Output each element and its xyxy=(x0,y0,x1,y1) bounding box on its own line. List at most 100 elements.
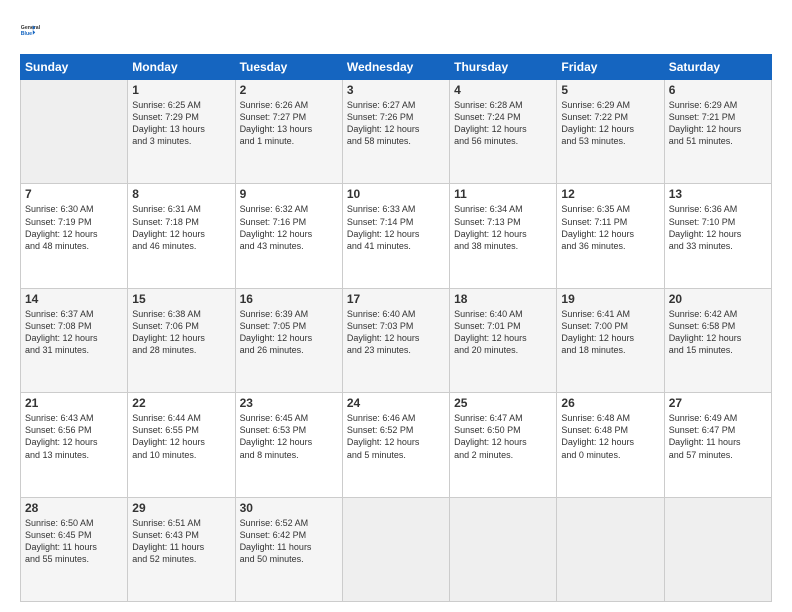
day-number: 19 xyxy=(561,292,659,306)
week-row-2: 7 Sunrise: 6:30 AMSunset: 7:19 PMDaylight… xyxy=(21,184,772,288)
day-number: 7 xyxy=(25,187,123,201)
day-info: Sunrise: 6:42 AMSunset: 6:58 PMDaylight:… xyxy=(669,308,767,357)
col-header-tuesday: Tuesday xyxy=(235,55,342,80)
day-cell: 13 Sunrise: 6:36 AMSunset: 7:10 PMDayligh… xyxy=(664,184,771,288)
day-number: 17 xyxy=(347,292,445,306)
day-number: 11 xyxy=(454,187,552,201)
day-info: Sunrise: 6:26 AMSunset: 7:27 PMDaylight:… xyxy=(240,99,338,148)
day-info: Sunrise: 6:43 AMSunset: 6:56 PMDaylight:… xyxy=(25,412,123,461)
day-info: Sunrise: 6:45 AMSunset: 6:53 PMDaylight:… xyxy=(240,412,338,461)
day-number: 25 xyxy=(454,396,552,410)
day-info: Sunrise: 6:44 AMSunset: 6:55 PMDaylight:… xyxy=(132,412,230,461)
day-info: Sunrise: 6:49 AMSunset: 6:47 PMDaylight:… xyxy=(669,412,767,461)
day-cell: 29Sunrise: 6:51 AMSunset: 6:43 PMDayligh… xyxy=(128,497,235,601)
day-cell: 27 Sunrise: 6:49 AMSunset: 6:47 PMDayligh… xyxy=(664,393,771,497)
day-cell: 28 Sunrise: 6:50 AMSunset: 6:45 PMDayligh… xyxy=(21,497,128,601)
day-number: 26 xyxy=(561,396,659,410)
day-cell: 3 Sunrise: 6:27 AMSunset: 7:26 PMDaylight… xyxy=(342,80,449,184)
col-header-friday: Friday xyxy=(557,55,664,80)
day-number: 15 xyxy=(132,292,230,306)
day-number: 29 xyxy=(132,501,230,515)
day-info: Sunrise: 6:46 AMSunset: 6:52 PMDaylight:… xyxy=(347,412,445,461)
day-number: 21 xyxy=(25,396,123,410)
day-cell: 16 Sunrise: 6:39 AMSunset: 7:05 PMDayligh… xyxy=(235,288,342,392)
week-row-3: 14 Sunrise: 6:37 AMSunset: 7:08 PMDayligh… xyxy=(21,288,772,392)
col-header-sunday: Sunday xyxy=(21,55,128,80)
day-cell: 15 Sunrise: 6:38 AMSunset: 7:06 PMDayligh… xyxy=(128,288,235,392)
day-cell xyxy=(450,497,557,601)
day-cell: 5 Sunrise: 6:29 AMSunset: 7:22 PMDaylight… xyxy=(557,80,664,184)
day-cell xyxy=(21,80,128,184)
day-cell: 23 Sunrise: 6:45 AMSunset: 6:53 PMDayligh… xyxy=(235,393,342,497)
day-cell: 21 Sunrise: 6:43 AMSunset: 6:56 PMDayligh… xyxy=(21,393,128,497)
day-number: 13 xyxy=(669,187,767,201)
day-number: 28 xyxy=(25,501,123,515)
col-header-monday: Monday xyxy=(128,55,235,80)
day-info: Sunrise: 6:36 AMSunset: 7:10 PMDaylight:… xyxy=(669,203,767,252)
day-cell: 10 Sunrise: 6:33 AMSunset: 7:14 PMDayligh… xyxy=(342,184,449,288)
day-info: Sunrise: 6:27 AMSunset: 7:26 PMDaylight:… xyxy=(347,99,445,148)
col-header-wednesday: Wednesday xyxy=(342,55,449,80)
day-info: Sunrise: 6:29 AMSunset: 7:21 PMDaylight:… xyxy=(669,99,767,148)
day-number: 5 xyxy=(561,83,659,97)
logo-icon: General Blue xyxy=(20,16,48,44)
svg-text:General: General xyxy=(21,25,41,31)
day-info: Sunrise: 6:39 AMSunset: 7:05 PMDaylight:… xyxy=(240,308,338,357)
day-number: 22 xyxy=(132,396,230,410)
day-number: 20 xyxy=(669,292,767,306)
day-number: 23 xyxy=(240,396,338,410)
day-number: 2 xyxy=(240,83,338,97)
day-cell xyxy=(664,497,771,601)
day-info: Sunrise: 6:29 AMSunset: 7:22 PMDaylight:… xyxy=(561,99,659,148)
day-info: Sunrise: 6:47 AMSunset: 6:50 PMDaylight:… xyxy=(454,412,552,461)
day-cell: 2 Sunrise: 6:26 AMSunset: 7:27 PMDaylight… xyxy=(235,80,342,184)
week-row-4: 21 Sunrise: 6:43 AMSunset: 6:56 PMDayligh… xyxy=(21,393,772,497)
day-number: 9 xyxy=(240,187,338,201)
col-header-thursday: Thursday xyxy=(450,55,557,80)
day-info: Sunrise: 6:34 AMSunset: 7:13 PMDaylight:… xyxy=(454,203,552,252)
day-cell xyxy=(342,497,449,601)
day-info: Sunrise: 6:50 AMSunset: 6:45 PMDaylight:… xyxy=(25,517,123,566)
day-info: Sunrise: 6:28 AMSunset: 7:24 PMDaylight:… xyxy=(454,99,552,148)
day-number: 8 xyxy=(132,187,230,201)
day-number: 10 xyxy=(347,187,445,201)
day-cell: 30 Sunrise: 6:52 AMSunset: 6:42 PMDayligh… xyxy=(235,497,342,601)
day-cell: 11 Sunrise: 6:34 AMSunset: 7:13 PMDayligh… xyxy=(450,184,557,288)
day-info: Sunrise: 6:40 AMSunset: 7:01 PMDaylight:… xyxy=(454,308,552,357)
day-cell: 8 Sunrise: 6:31 AMSunset: 7:18 PMDaylight… xyxy=(128,184,235,288)
logo: General Blue xyxy=(20,16,48,44)
day-cell: 12 Sunrise: 6:35 AMSunset: 7:11 PMDayligh… xyxy=(557,184,664,288)
day-number: 3 xyxy=(347,83,445,97)
day-cell: 14 Sunrise: 6:37 AMSunset: 7:08 PMDayligh… xyxy=(21,288,128,392)
day-number: 27 xyxy=(669,396,767,410)
week-row-1: 1Sunrise: 6:25 AMSunset: 7:29 PMDaylight… xyxy=(21,80,772,184)
header-row: SundayMondayTuesdayWednesdayThursdayFrid… xyxy=(21,55,772,80)
day-number: 4 xyxy=(454,83,552,97)
day-info: Sunrise: 6:30 AMSunset: 7:19 PMDaylight:… xyxy=(25,203,123,252)
day-info: Sunrise: 6:40 AMSunset: 7:03 PMDaylight:… xyxy=(347,308,445,357)
day-info: Sunrise: 6:37 AMSunset: 7:08 PMDaylight:… xyxy=(25,308,123,357)
day-cell: 26Sunrise: 6:48 AMSunset: 6:48 PMDayligh… xyxy=(557,393,664,497)
day-info: Sunrise: 6:38 AMSunset: 7:06 PMDaylight:… xyxy=(132,308,230,357)
day-info: Sunrise: 6:35 AMSunset: 7:11 PMDaylight:… xyxy=(561,203,659,252)
day-cell: 6Sunrise: 6:29 AMSunset: 7:21 PMDaylight… xyxy=(664,80,771,184)
day-cell: 19Sunrise: 6:41 AMSunset: 7:00 PMDayligh… xyxy=(557,288,664,392)
day-number: 24 xyxy=(347,396,445,410)
day-info: Sunrise: 6:52 AMSunset: 6:42 PMDaylight:… xyxy=(240,517,338,566)
day-number: 1 xyxy=(132,83,230,97)
day-number: 12 xyxy=(561,187,659,201)
calendar-table: SundayMondayTuesdayWednesdayThursdayFrid… xyxy=(20,54,772,602)
day-cell: 25 Sunrise: 6:47 AMSunset: 6:50 PMDayligh… xyxy=(450,393,557,497)
day-number: 16 xyxy=(240,292,338,306)
day-number: 30 xyxy=(240,501,338,515)
day-info: Sunrise: 6:32 AMSunset: 7:16 PMDaylight:… xyxy=(240,203,338,252)
day-cell: 18Sunrise: 6:40 AMSunset: 7:01 PMDayligh… xyxy=(450,288,557,392)
day-cell: 4 Sunrise: 6:28 AMSunset: 7:24 PMDaylight… xyxy=(450,80,557,184)
day-cell: 17 Sunrise: 6:40 AMSunset: 7:03 PMDayligh… xyxy=(342,288,449,392)
day-info: Sunrise: 6:33 AMSunset: 7:14 PMDaylight:… xyxy=(347,203,445,252)
day-cell: 7 Sunrise: 6:30 AMSunset: 7:19 PMDaylight… xyxy=(21,184,128,288)
col-header-saturday: Saturday xyxy=(664,55,771,80)
day-number: 14 xyxy=(25,292,123,306)
day-cell: 22 Sunrise: 6:44 AMSunset: 6:55 PMDayligh… xyxy=(128,393,235,497)
day-info: Sunrise: 6:31 AMSunset: 7:18 PMDaylight:… xyxy=(132,203,230,252)
